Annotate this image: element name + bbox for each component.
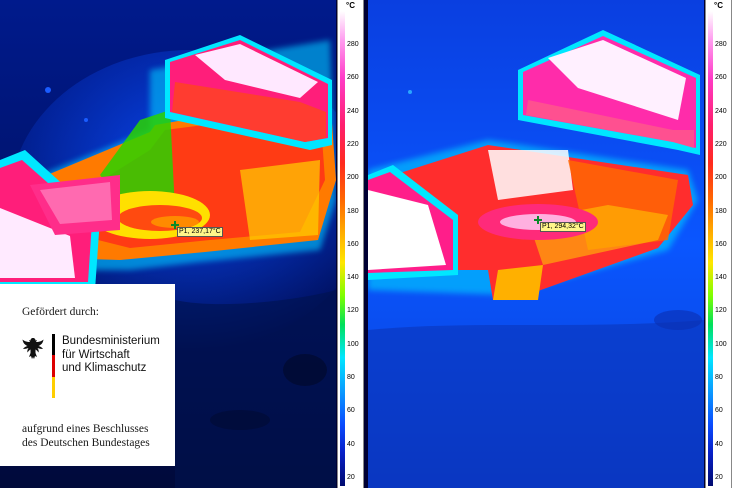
scale-tick-label: 200 [715,174,727,182]
scale-tick-label: 260 [347,74,359,82]
scale-tick-label: 140 [715,274,727,282]
scale-tick-label: 180 [715,207,727,215]
scale-tick-label: 40 [347,440,355,448]
flag-black-band [52,334,55,356]
thermal-image-right: P1, 294,32°C [368,0,704,488]
scale-tick-label: 80 [347,374,355,381]
scale-tick-label: 160 [715,240,727,248]
scale-tick-label: 20 [347,473,355,481]
ministry-line: Bundesministerium [62,335,160,347]
scale-tick-label: 180 [347,207,359,215]
scale-tick-label: 60 [347,407,355,415]
scale-tick-label: 60 [715,407,723,415]
temperature-scale-left: °C 280 260 240 220 200 180 160 140 120 100 80 60 40 2… [337,0,364,488]
ministry-line: und Klimaschutz [62,362,147,374]
german-flag-stripe [52,334,55,398]
scale-tick-label: 100 [715,340,727,348]
resolution-line: des Deutschen Bundestages [22,437,150,449]
funding-heading: Gefördert durch: [22,306,99,318]
scale-tick-label: 260 [715,74,727,82]
temperature-marker: P1, 237,17°C [177,227,223,237]
funding-notice: Gefördert durch: Bundesministerium für W… [0,284,175,466]
scale-tick-label: 20 [715,473,723,481]
scale-tick-label: 200 [347,174,359,182]
scale-unit: °C [346,1,355,10]
scale-tick-label: 100 [347,340,359,348]
temperature-marker: P1, 294,32°C [540,222,586,232]
ministry-name: Bundesministerium für Wirtschaft und Kli… [62,335,160,376]
scale-tick-label: 220 [347,140,359,148]
scale-tick-label: 120 [715,307,727,315]
scale-tick-label: 160 [347,240,359,248]
ministry-line: für Wirtschaft [62,348,130,361]
resolution-text: aufgrund eines Beschlusses des Deutschen… [22,422,150,450]
color-scale-bar [708,11,713,486]
scale-tick-label: 140 [347,274,359,282]
scale-tick-label: 240 [347,107,359,115]
scale-tick-label: 240 [715,107,727,115]
scale-tick-label: 40 [715,440,723,448]
scale-tick-label: 120 [347,307,359,315]
scale-tick-label: 280 [715,41,727,48]
resolution-line: aufgrund eines Beschlusses [22,423,149,435]
scale-unit: °C [714,1,723,10]
temperature-scale-right: °C 280 260 240 220 200 180 160 140 120 100 80 60 40 2… [705,0,732,488]
scale-tick-label: 80 [715,374,723,381]
thermal-scene-right [368,0,704,488]
federal-eagle-icon [22,338,44,359]
color-scale-bar [340,11,345,486]
flag-gold-band [52,376,55,398]
flag-red-band [52,355,55,377]
scale-tick-label: 280 [347,41,359,48]
scale-tick-label: 220 [715,140,727,148]
